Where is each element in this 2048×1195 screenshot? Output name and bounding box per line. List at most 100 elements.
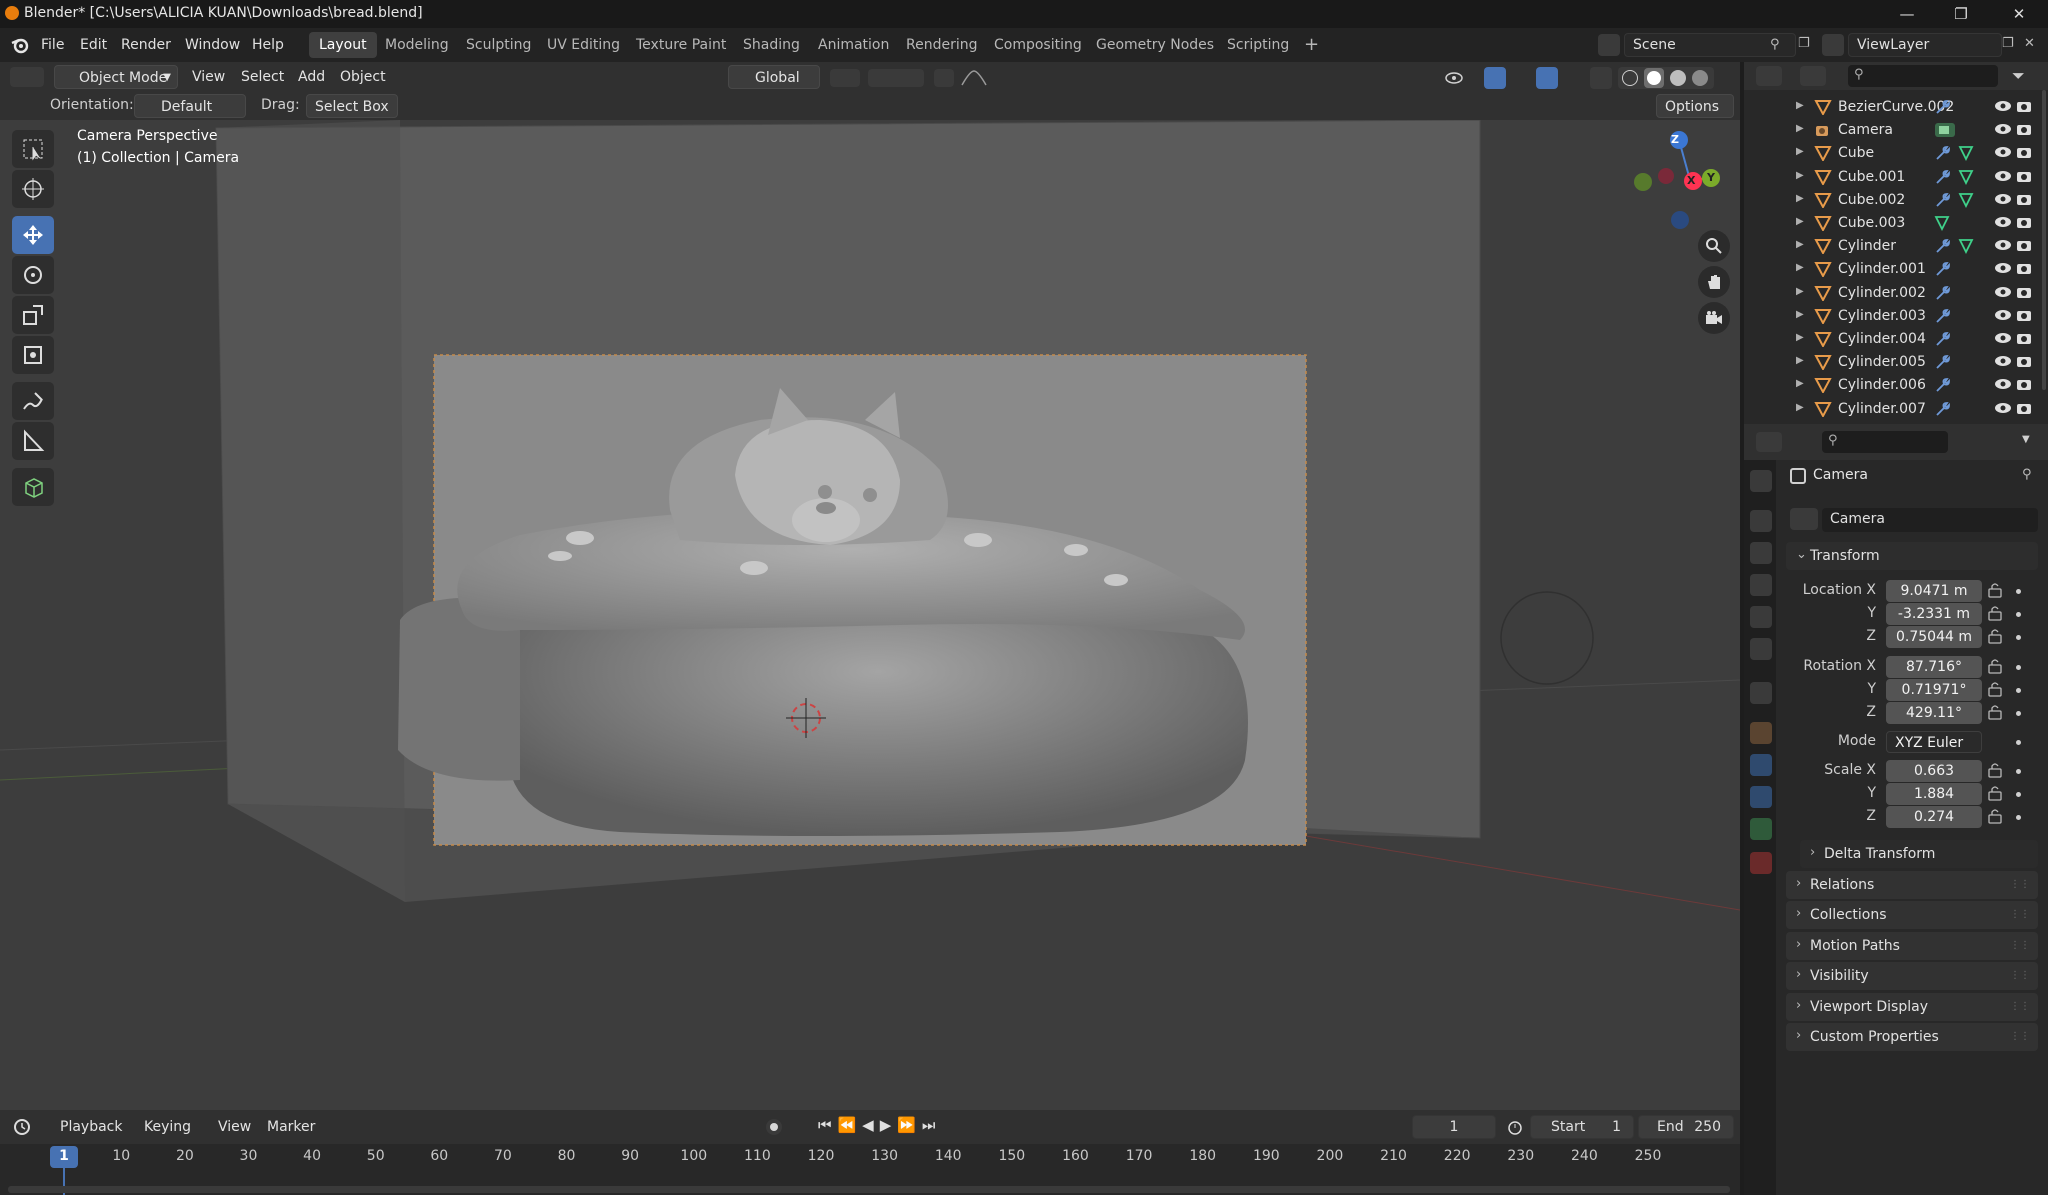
view-layer-name-field[interactable]: ViewLayer [1848, 33, 2002, 57]
keyframe-dot-icon[interactable] [2016, 769, 2021, 774]
outliner-row[interactable]: ▶ Cylinder.007 [1744, 398, 2034, 421]
expand-triangle-icon[interactable]: ▶ [1796, 355, 1804, 366]
pin-icon[interactable]: ⚲ [1770, 37, 1780, 52]
render-camera-icon[interactable] [2016, 169, 2032, 187]
rotation-mode-selector[interactable]: XYZ Euler [1886, 731, 1982, 753]
drag-handle-icon[interactable]: ⋮⋮ [2010, 1001, 2030, 1012]
eye-visibility-icon[interactable] [1994, 331, 2012, 349]
timeline-area[interactable]: 1 10 20 30 40 50 60 70 80 90 100 110 120 130 140 150 160… [0, 1144, 1740, 1195]
restore-button[interactable]: ❐ [1938, 2, 1984, 26]
menu-timeline-view[interactable]: View [210, 1115, 259, 1139]
object-tab-icon-active[interactable] [1750, 722, 1772, 744]
delta-transform-panel[interactable]: › Delta Transform [1800, 840, 2038, 868]
eye-visibility-icon[interactable] [1994, 99, 2012, 117]
transform-orientation-selector[interactable]: Global [728, 65, 820, 89]
view-layer-selector-icon[interactable] [1822, 34, 1844, 56]
zoom-icon[interactable] [1698, 230, 1730, 262]
keyframe-dot-icon[interactable] [2016, 688, 2021, 693]
render-camera-icon[interactable] [2016, 331, 2032, 349]
outliner-row[interactable]: ▶ Cylinder.003 [1744, 305, 2034, 328]
menu-select[interactable]: Select [233, 65, 292, 89]
menu-window[interactable]: Window [185, 34, 240, 56]
render-camera-icon[interactable] [2016, 285, 2032, 303]
drag-handle-icon[interactable]: ⋮⋮ [2010, 1031, 2030, 1042]
keyframe-dot-icon[interactable] [2016, 635, 2021, 640]
expand-triangle-icon[interactable]: ▶ [1796, 193, 1804, 204]
pin-icon[interactable]: ⚲ [2022, 467, 2032, 482]
menu-marker[interactable]: Marker [259, 1115, 323, 1139]
scale-x-field[interactable]: 0.663 [1886, 760, 1982, 782]
rotation-z-field[interactable]: 429.11° [1886, 702, 1982, 724]
scale-z-field[interactable]: 0.274 [1886, 806, 1982, 828]
filter-icon[interactable]: ⏷ [2012, 66, 2025, 86]
outliner-row[interactable]: ▶ Cube.001 [1744, 166, 2034, 189]
stopwatch-icon[interactable] [1506, 1118, 1524, 1136]
render-camera-icon[interactable] [2016, 261, 2032, 279]
drag-handle-icon[interactable]: ⋮⋮ [2010, 970, 2030, 981]
pivot-point-icon[interactable] [830, 69, 860, 87]
render-camera-icon[interactable] [2016, 308, 2032, 326]
lock-icon[interactable] [1988, 785, 2002, 805]
eye-visibility-icon[interactable] [1994, 122, 2012, 140]
lock-icon[interactable] [1988, 704, 2002, 724]
scene-selector-icon[interactable] [1598, 34, 1620, 56]
tool-tab-icon[interactable] [1750, 470, 1772, 492]
chevron-down-icon[interactable]: ▼ [2022, 434, 2030, 445]
new-view-layer-icon[interactable]: ❐ [2002, 36, 2014, 51]
wireframe-shading-icon[interactable] [1622, 70, 1638, 86]
eye-visibility-icon[interactable] [1994, 377, 2012, 395]
proportional-editing-icon[interactable] [934, 69, 954, 87]
snap-icon[interactable] [868, 69, 924, 87]
menu-view[interactable]: View [184, 65, 233, 89]
outliner-editor-type-icon[interactable] [1756, 66, 1782, 86]
physics-tab-icon[interactable] [1750, 754, 1772, 776]
keyframe-dot-icon[interactable] [2016, 612, 2021, 617]
tab-animation[interactable]: Animation [808, 32, 899, 58]
lock-icon[interactable] [1988, 658, 2002, 678]
tab-geometry-nodes[interactable]: Geometry Nodes [1086, 32, 1224, 58]
camera-data-tab-icon[interactable] [1750, 818, 1772, 840]
tab-texture-paint[interactable]: Texture Paint [626, 32, 736, 58]
outliner-row[interactable]: ▶ Cylinder.005 [1744, 351, 2034, 374]
properties-editor-type-icon[interactable] [1756, 432, 1782, 452]
tab-layout[interactable]: Layout [309, 32, 377, 58]
drag-handle-icon[interactable]: ⋮⋮ [2010, 940, 2030, 951]
options-button[interactable]: Options [1656, 94, 1734, 118]
move-tool[interactable] [12, 216, 54, 254]
view-layer-tab-icon[interactable] [1750, 574, 1772, 596]
outliner-row[interactable]: ▶ Cube.003 [1744, 212, 2034, 235]
keyframe-dot-icon[interactable] [2016, 815, 2021, 820]
tab-sculpting[interactable]: Sculpting [456, 32, 541, 58]
tab-uv-editing[interactable]: UV Editing [537, 32, 630, 58]
tab-shading[interactable]: Shading [733, 32, 810, 58]
expand-triangle-icon[interactable]: ▶ [1796, 262, 1804, 273]
lock-icon[interactable] [1988, 582, 2002, 602]
eye-visibility-icon[interactable] [1994, 285, 2012, 303]
blender-menu-icon[interactable] [10, 35, 30, 55]
render-tab-icon[interactable] [1750, 510, 1772, 532]
eye-visibility-icon[interactable] [1994, 169, 2012, 187]
keyframe-dot-icon[interactable] [2016, 711, 2021, 716]
constraints-tab-icon[interactable] [1750, 786, 1772, 808]
location-z-field[interactable]: 0.75044 m [1886, 626, 1982, 648]
new-scene-icon[interactable]: ❐ [1798, 36, 1810, 51]
expand-triangle-icon[interactable]: ▶ [1796, 146, 1804, 157]
render-camera-icon[interactable] [2016, 215, 2032, 233]
location-x-field[interactable]: 9.0471 m [1886, 580, 1982, 602]
menu-playback[interactable]: Playback [52, 1115, 130, 1139]
menu-add[interactable]: Add [290, 65, 333, 89]
render-camera-icon[interactable] [2016, 122, 2032, 140]
expand-triangle-icon[interactable]: ▶ [1796, 286, 1804, 297]
remove-view-layer-icon[interactable]: ✕ [2024, 36, 2035, 51]
menu-keying[interactable]: Keying [136, 1115, 199, 1139]
menu-file[interactable]: File [41, 34, 64, 56]
xray-toggle-icon[interactable] [1590, 67, 1612, 89]
overlay-toggle-icon[interactable] [1536, 67, 1558, 89]
drag-handle-icon[interactable]: ⋮⋮ [2010, 879, 2030, 890]
expand-triangle-icon[interactable]: ▶ [1796, 402, 1804, 413]
add-workspace-button[interactable]: + [1294, 32, 1329, 58]
tab-compositing[interactable]: Compositing [984, 32, 1092, 58]
eye-visibility-icon[interactable] [1994, 238, 2012, 256]
3d-viewport[interactable]: Camera Perspective (1) Collection | Came… [0, 120, 1740, 1110]
panel-collections[interactable]: › Collections ⋮⋮ [1786, 901, 2038, 930]
